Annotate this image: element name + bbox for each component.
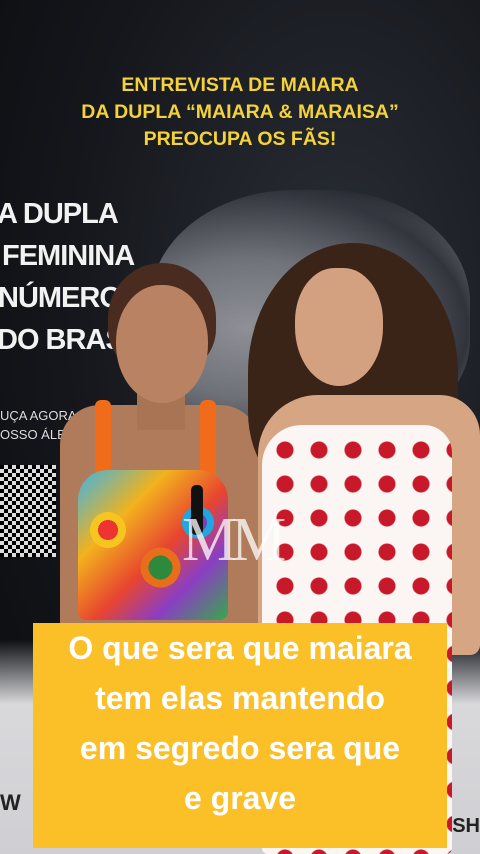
person-right-face — [295, 268, 383, 386]
qr-code-image — [0, 465, 56, 557]
backdrop-logo-left: W — [0, 790, 21, 815]
watermark-logo: MM — [182, 506, 286, 574]
crochet-strap-left — [95, 400, 111, 480]
caption-overlay: O que sera que maiara tem elas mantendo … — [33, 623, 447, 848]
headline-line: PREOCUPA OS FÃS! — [143, 128, 337, 150]
banner-sub-line: UÇA AGORA — [0, 408, 77, 423]
caption-line: tem elas mantendo — [95, 680, 385, 716]
person-left-face — [116, 285, 208, 403]
caption-line: e grave — [183, 780, 297, 816]
crochet-strap-right — [200, 400, 216, 480]
headline: ENTREVISTA DE MAIARA DA DUPLA “MAIARA & … — [0, 72, 480, 153]
caption-line: O que sera que maiara — [68, 630, 412, 666]
banner-line: FEMININA — [2, 240, 135, 272]
banner-line: A DUPLA — [0, 198, 119, 230]
caption-line: em segredo sera que — [79, 730, 401, 766]
banner-line: DO BRASIL! — [0, 324, 157, 356]
banner-line: NÚMERO 1 — [0, 282, 144, 314]
headline-line: DA DUPLA “MAIARA & MARAISA” — [81, 101, 399, 123]
video-frame: A DUPLA FEMININA NÚMERO 1 DO BRASIL! UÇA… — [0, 0, 480, 854]
backdrop-banner-text: A DUPLA FEMININA NÚMERO 1 DO BRASIL! — [0, 193, 157, 361]
headline-line: ENTREVISTA DE MAIARA — [121, 74, 359, 96]
